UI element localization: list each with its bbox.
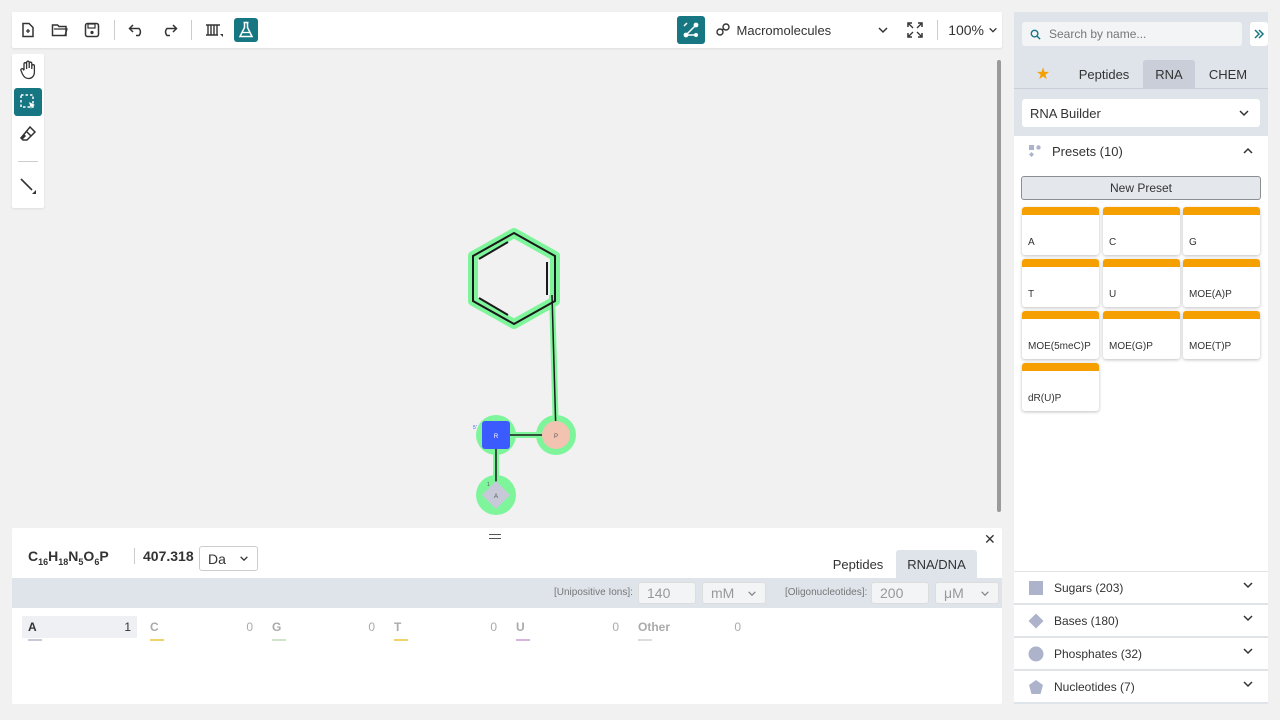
section-phosphates[interactable]: Phosphates (32) [1014, 637, 1268, 669]
mode-select[interactable]: Macromolecules [715, 22, 890, 38]
zoom-select[interactable]: 100% [948, 22, 998, 38]
unipositive-ions-label: [Unipositive Ions]: [554, 587, 633, 598]
editor-canvas[interactable]: R 5' P A 1 [12, 52, 1002, 522]
section-nucleotides[interactable]: Nucleotides (7) [1014, 670, 1268, 702]
preset-card[interactable]: A [1022, 207, 1099, 255]
tab-rna-dna[interactable]: RNA/DNA [896, 550, 977, 578]
tab-peptides[interactable]: Peptides [1068, 60, 1140, 88]
macromolecule-mode-icon[interactable] [676, 16, 705, 44]
search-placeholder: Search by name... [1049, 27, 1147, 41]
chevron-up-icon [1243, 147, 1253, 154]
presets-header[interactable]: Presets (10) [1014, 136, 1268, 166]
toolbar-divider [937, 20, 939, 40]
mode-label: Macromolecules [736, 22, 832, 38]
tab-divider [1014, 88, 1268, 89]
preset-card[interactable]: C [1103, 207, 1180, 255]
toolbar-divider [191, 20, 192, 40]
star-icon: ★ [1035, 66, 1051, 83]
flask-icon[interactable] [234, 18, 258, 42]
sequence-layout-icon[interactable] [202, 18, 226, 42]
molecular-mass: 407.318 [134, 548, 194, 564]
preset-card[interactable]: U [1103, 259, 1180, 307]
preset-card[interactable]: MOE(T)P [1183, 311, 1260, 359]
chevron-down-icon [878, 27, 888, 34]
count-item: Other 0 [632, 616, 747, 641]
presets-label: Presets (10) [1052, 143, 1123, 159]
section-bases[interactable]: Bases (180) [1014, 604, 1268, 636]
nucleotide-counts: A1 C0 G0 T0 U0 Other 0 [16, 612, 998, 700]
open-folder-icon[interactable] [48, 18, 72, 42]
tab-favorites[interactable]: ★ [1028, 60, 1058, 88]
molecular-formula: C16H18N5O6P [28, 548, 109, 567]
monomer-library-panel: Search by name... ★ Peptides RNA CHEM RN… [1014, 12, 1268, 704]
chevron-down-icon [1243, 648, 1253, 655]
new-preset-button[interactable]: New Preset [1021, 176, 1261, 200]
sequence-properties-panel: ✕ C16H18N5O6P 407.318 Da Peptides RNA/DN… [12, 528, 1002, 704]
unipositive-unit-select[interactable]: mM [702, 582, 766, 604]
preset-card[interactable]: MOE(A)P [1183, 259, 1260, 307]
base-index-label: 1 [487, 482, 490, 488]
count-item: C0 [144, 616, 259, 641]
chevron-down-icon [1239, 110, 1249, 117]
toolbar-divider [114, 20, 115, 40]
circle-icon [1028, 646, 1044, 661]
save-icon[interactable] [80, 18, 104, 42]
chevron-down-icon [981, 591, 989, 597]
rna-builder-label: RNA Builder [1030, 105, 1101, 121]
svg-text:R: R [494, 434, 499, 440]
preset-card[interactable]: T [1022, 259, 1099, 307]
mass-unit-value: Da [208, 550, 226, 567]
tab-chem[interactable]: CHEM [1200, 60, 1256, 88]
chevron-down-icon [1243, 615, 1253, 622]
chevron-down-icon [1243, 681, 1253, 688]
chevron-down-icon [989, 27, 997, 33]
oligonucleotides-input[interactable]: 200 [871, 582, 929, 604]
preset-card[interactable]: MOE(G)P [1103, 311, 1180, 359]
section-sugars[interactable]: Sugars (203) [1014, 571, 1268, 603]
chevron-down-icon [748, 591, 756, 597]
oligonucleotides-unit-select[interactable]: μM [935, 582, 999, 604]
monomer-phosphate[interactable]: P [542, 421, 570, 449]
rna-builder-select[interactable]: RNA Builder [1022, 99, 1260, 127]
search-icon [1030, 29, 1041, 40]
chain-start-marker: 5' [473, 425, 477, 431]
collapse-panel-button[interactable] [1250, 22, 1268, 46]
pentagon-icon [1029, 679, 1043, 694]
panel-resize-handle[interactable] [489, 534, 501, 539]
canvas-scrollbar[interactable] [997, 60, 1001, 512]
tab-rna[interactable]: RNA [1143, 60, 1195, 88]
ion-concentration-row: [Unipositive Ions]: 140 mM [Oligonucleot… [12, 578, 1002, 608]
oligonucleotides-label: [Oligonucleotides]: [785, 587, 868, 598]
search-input[interactable]: Search by name... [1022, 22, 1242, 46]
svg-text:P: P [554, 434, 558, 440]
tab-peptides[interactable]: Peptides [822, 550, 894, 578]
double-chevron-right-icon [1254, 29, 1265, 39]
monomer-sugar[interactable]: R [482, 421, 510, 449]
zoom-value: 100% [948, 22, 984, 38]
count-item: T0 [388, 616, 503, 641]
chevron-down-icon [240, 556, 248, 562]
fullscreen-icon[interactable] [903, 18, 927, 42]
redo-icon[interactable] [157, 18, 181, 42]
mass-unit-select[interactable]: Da [199, 546, 258, 571]
preset-card[interactable]: G [1183, 207, 1260, 255]
count-item: A1 [22, 616, 137, 641]
presets-icon [1029, 145, 1041, 157]
top-toolbar: Macromolecules 100% [12, 12, 1002, 48]
unipositive-ions-input[interactable]: 140 [638, 582, 696, 604]
chevron-down-icon [1243, 582, 1253, 589]
square-icon [1029, 580, 1043, 595]
selection-highlight [468, 228, 576, 515]
presets-list: New Preset A C G T U MOE(A)P MOE(5meC)P … [1014, 166, 1268, 571]
preset-card[interactable]: MOE(5meC)P [1022, 311, 1099, 359]
diamond-icon [1028, 613, 1044, 628]
count-item: U0 [510, 616, 625, 641]
undo-icon[interactable] [125, 18, 149, 42]
svg-text:A: A [494, 494, 498, 500]
new-file-icon[interactable] [16, 18, 40, 42]
close-icon[interactable]: ✕ [984, 531, 996, 548]
preset-card[interactable]: dR(U)P [1022, 363, 1099, 411]
count-item: G0 [266, 616, 381, 641]
link-icon [715, 23, 730, 36]
